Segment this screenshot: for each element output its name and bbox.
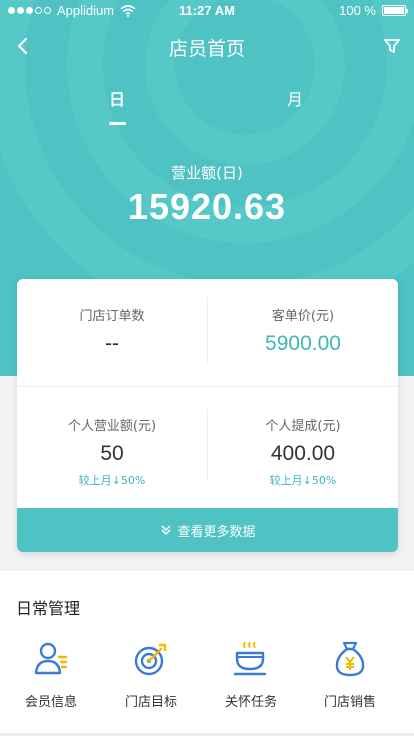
battery-percent: 100 % bbox=[339, 3, 376, 18]
store-orders-label: 门店订单数 bbox=[79, 309, 145, 324]
grid-item-store-sales[interactable]: 门店销售 bbox=[310, 639, 390, 710]
daily-management-section: 日常管理 会员信息 门店目标 关怀任务 门店销售 bbox=[0, 571, 414, 736]
avg-price-value: 5900.00 bbox=[265, 332, 341, 355]
personal-revenue-label: 个人营业额(元) bbox=[67, 419, 157, 434]
revenue-value: 15920.63 bbox=[127, 186, 287, 227]
personal-commission-stat: 个人提成(元) 400.00 较上月↓50% bbox=[208, 415, 398, 488]
personal-commission-compare: 较上月↓50% bbox=[269, 474, 337, 487]
grid-item-label: 门店销售 bbox=[323, 695, 376, 710]
personal-revenue-stat: 个人营业额(元) 50 较上月↓50% bbox=[17, 415, 207, 488]
personal-commission-label: 个人提成(元) bbox=[265, 419, 341, 434]
view-more-label: 查看更多数据 bbox=[177, 524, 256, 540]
grid-item-care-task[interactable]: 关怀任务 bbox=[211, 639, 291, 710]
avg-price-stat: 客单价(元) 5900.00 bbox=[208, 305, 398, 356]
status-bar: Applidium 11:27 AM 100 % bbox=[0, 0, 414, 22]
member-icon bbox=[34, 642, 68, 675]
grid-item-label: 会员信息 bbox=[24, 695, 77, 710]
coffee-cup-icon bbox=[233, 641, 267, 676]
personal-commission-value: 400.00 bbox=[270, 442, 336, 465]
store-orders-stat: 门店订单数 -- bbox=[17, 305, 207, 356]
grid-item-label: 门店目标 bbox=[124, 695, 177, 710]
battery-icon bbox=[382, 5, 408, 16]
stats-card: 门店订单数 -- 客单价(元) 5900.00 个人营业额(元) 50 较上月↓… bbox=[17, 279, 398, 552]
personal-revenue-value: 50 bbox=[100, 442, 124, 465]
target-icon bbox=[134, 643, 167, 676]
filter-icon[interactable] bbox=[380, 34, 404, 58]
tab-day[interactable]: 日 bbox=[97, 86, 137, 110]
page-title: 店员首页 bbox=[168, 38, 245, 60]
store-orders-value: -- bbox=[105, 332, 119, 355]
view-more-button[interactable]: 查看更多数据 bbox=[17, 508, 398, 552]
avg-price-label: 客单价(元) bbox=[271, 309, 335, 324]
period-tabs: 日 月 bbox=[0, 86, 414, 126]
section-title: 日常管理 bbox=[16, 599, 81, 618]
tab-month[interactable]: 月 bbox=[275, 86, 315, 110]
divider bbox=[17, 386, 398, 387]
nav-bar: 店员首页 bbox=[0, 28, 414, 64]
revenue-label: 营业额(日) bbox=[171, 164, 243, 182]
tab-active-indicator bbox=[109, 122, 126, 125]
personal-revenue-compare: 较上月↓50% bbox=[78, 474, 146, 487]
grid-item-label: 关怀任务 bbox=[224, 695, 277, 710]
grid-item-member-info[interactable]: 会员信息 bbox=[11, 639, 91, 710]
money-bag-icon bbox=[335, 641, 365, 677]
grid-item-store-target[interactable]: 门店目标 bbox=[111, 639, 191, 710]
double-chevron-down-icon bbox=[161, 525, 172, 536]
